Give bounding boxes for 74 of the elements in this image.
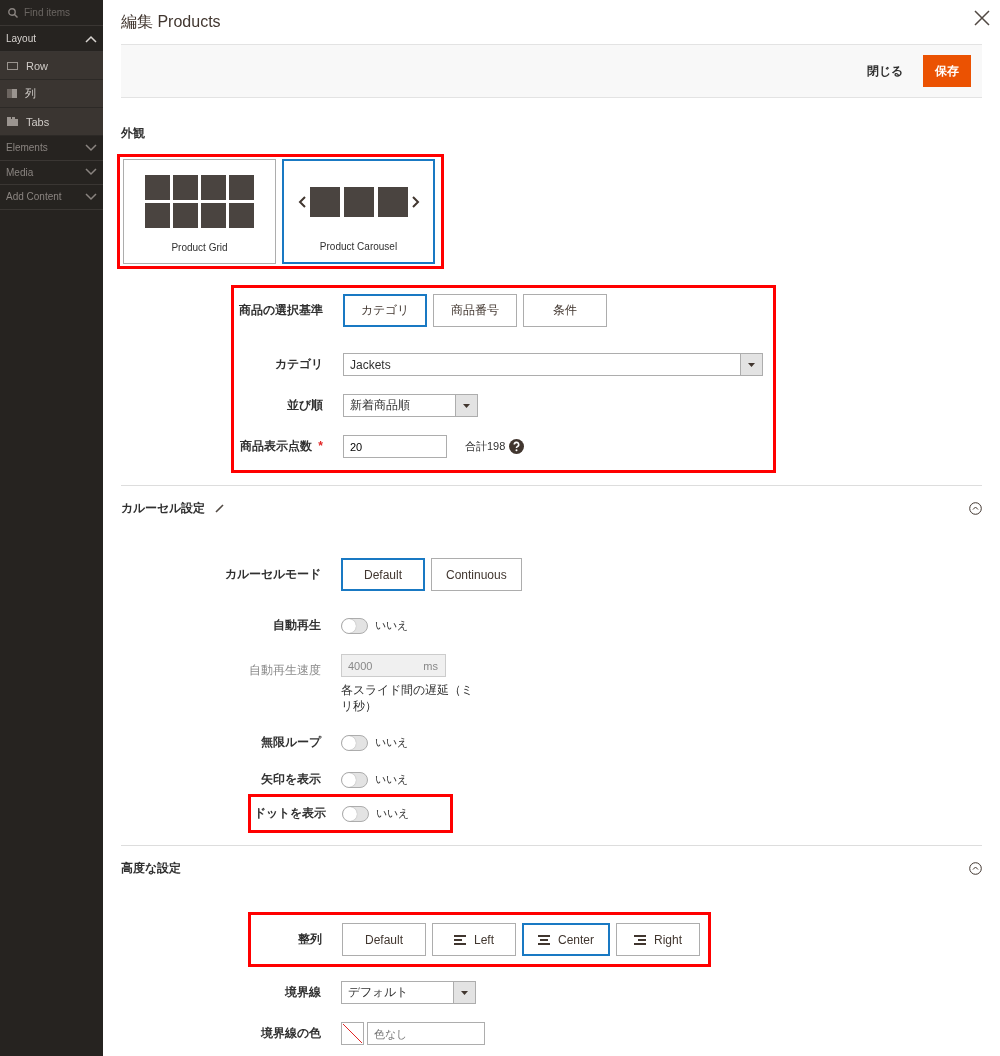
caret-icon bbox=[461, 990, 468, 995]
option-button[interactable]: 商品番号 bbox=[433, 294, 517, 327]
close-text-button[interactable]: 閉じる bbox=[867, 55, 903, 87]
color-swatch[interactable] bbox=[341, 1022, 364, 1046]
chevron-icon bbox=[85, 168, 97, 177]
item-label: Row bbox=[26, 59, 48, 72]
caret-icon bbox=[463, 403, 470, 408]
pencil-icon bbox=[215, 503, 224, 513]
align-right-icon bbox=[634, 934, 646, 945]
modal-title: 編集 Products bbox=[121, 11, 221, 32]
sidebar-item[interactable]: Tabs bbox=[0, 108, 103, 136]
total-text: 合計198 bbox=[465, 439, 525, 454]
toggle-switch[interactable] bbox=[341, 617, 368, 634]
field-label: 並び順 bbox=[286, 397, 323, 414]
option-button[interactable]: 条件 bbox=[523, 294, 607, 327]
search-field[interactable]: Find items bbox=[24, 7, 94, 18]
sidebar-group[interactable]: Add Content bbox=[0, 185, 103, 210]
sidebar-item[interactable]: Row bbox=[0, 52, 103, 80]
section-title: 外観 bbox=[121, 124, 145, 142]
field-label: 無限ループ bbox=[260, 734, 321, 752]
toggle-state: いいえ bbox=[375, 618, 408, 633]
option-button[interactable]: カテゴリ bbox=[343, 294, 427, 327]
chevron-icon bbox=[85, 143, 97, 152]
sidebar-item[interactable]: 列 bbox=[0, 80, 103, 108]
field-label: 自動再生速度 bbox=[248, 662, 321, 679]
toggle-state: いいえ bbox=[376, 806, 409, 822]
tabs-icon bbox=[7, 117, 18, 126]
field-label: 境界線 bbox=[283, 984, 321, 1002]
align-center-icon bbox=[538, 934, 550, 945]
sidebar-group[interactable]: Media bbox=[0, 160, 103, 185]
option-button[interactable]: Left bbox=[432, 923, 516, 957]
input-field[interactable]: 色なし bbox=[367, 1022, 485, 1046]
search-icon bbox=[8, 7, 18, 18]
option-button[interactable]: Right bbox=[616, 923, 701, 957]
column-icon bbox=[7, 89, 17, 98]
option-button[interactable]: Continuous bbox=[431, 558, 522, 591]
chevron-icon bbox=[85, 192, 97, 201]
align-left-icon bbox=[454, 934, 466, 945]
required-mark: * bbox=[318, 439, 323, 453]
field-label: 自動再生 bbox=[272, 617, 321, 634]
item-label: 列 bbox=[25, 86, 36, 101]
toggle-switch[interactable] bbox=[341, 734, 368, 751]
help-icon bbox=[509, 439, 525, 454]
item-label: Tabs bbox=[26, 115, 50, 128]
toggle-switch[interactable] bbox=[342, 805, 369, 822]
option-button[interactable]: Center bbox=[522, 923, 611, 957]
field-label: カルーセルモード bbox=[224, 566, 321, 583]
option-button[interactable]: Default bbox=[342, 923, 426, 957]
option-button[interactable]: Default bbox=[341, 558, 425, 591]
toggle-state: いいえ bbox=[375, 772, 408, 788]
section-title: 高度な設定 bbox=[121, 859, 181, 877]
field-label: 商品の選択基準 bbox=[238, 302, 323, 319]
field-label: 境界線の色 bbox=[259, 1025, 321, 1043]
select-field[interactable]: デフォルト bbox=[341, 981, 476, 1005]
toggle-switch[interactable] bbox=[341, 771, 368, 788]
field-label: 整列 bbox=[297, 931, 322, 949]
save-button[interactable]: 保存 bbox=[923, 55, 971, 87]
input-field[interactable]: 20 bbox=[343, 435, 447, 458]
hint-text: 各スライド間の遅延（ミリ秒） bbox=[341, 683, 474, 715]
collapse-icon[interactable] bbox=[969, 501, 982, 515]
field-label: 矢印を表示 bbox=[260, 771, 321, 789]
section-title: カルーセル設定 bbox=[121, 499, 205, 517]
layout-option-card[interactable]: Product Carousel bbox=[282, 159, 435, 264]
field-label: カテゴリ bbox=[274, 356, 323, 373]
collapse-icon[interactable] bbox=[969, 861, 982, 875]
chevron-icon bbox=[85, 34, 97, 43]
sidebar-group[interactable]: Elements bbox=[0, 136, 103, 161]
field-label: 商品表示点数 * bbox=[239, 438, 323, 455]
select-field[interactable]: Jackets bbox=[343, 353, 763, 376]
caret-icon bbox=[748, 362, 755, 367]
toggle-state: いいえ bbox=[375, 735, 408, 751]
layout-option-card[interactable]: Product Grid bbox=[123, 159, 276, 264]
row-icon bbox=[7, 61, 18, 70]
select-field[interactable]: 新着商品順 bbox=[343, 394, 478, 417]
